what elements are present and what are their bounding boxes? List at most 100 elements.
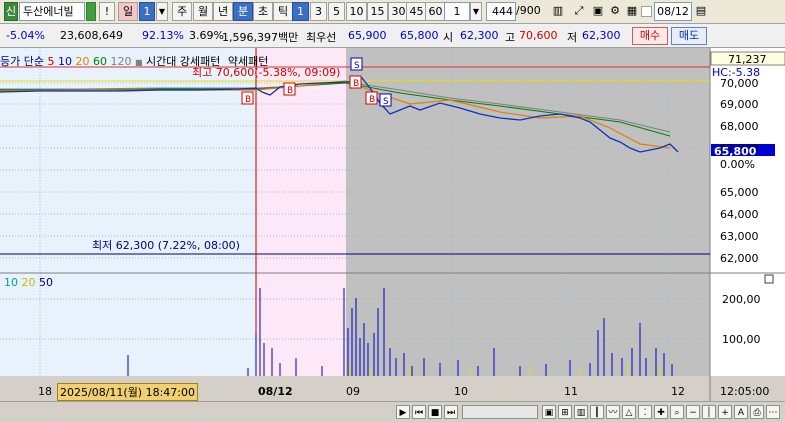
price-tick: 68,000 <box>720 120 759 133</box>
weak-pattern-label: 약세패턴 <box>227 55 269 68</box>
candle-style-icon[interactable]: ▥ <box>548 2 568 21</box>
credit-badge: 신 <box>4 2 18 21</box>
vol-ma-50-label: 50 <box>39 276 53 289</box>
price-tick: 70,000 <box>720 77 759 90</box>
premarket-bg <box>256 48 346 401</box>
buy-button[interactable]: 매수 <box>632 27 668 45</box>
zoom-bar-icon[interactable]: │ <box>702 405 716 419</box>
minute-option-45[interactable]: 45 <box>406 2 427 21</box>
strong-pattern-label: 강세패턴 <box>179 55 221 68</box>
chart-area[interactable]: 최고 70,600(-5.38%, 09:09) 최저 62,300 (7.22… <box>0 48 785 401</box>
svg-text:S: S <box>354 61 360 71</box>
chart-grid-icon[interactable]: ▦ <box>624 2 640 21</box>
custom-period-field[interactable]: 1 <box>444 2 470 21</box>
minute-option-10[interactable]: 10 <box>346 2 367 21</box>
minute-option-1[interactable]: 1 <box>292 2 309 21</box>
line-tool-icon[interactable]: ⤢ <box>569 2 589 21</box>
svg-text:B: B <box>369 95 375 105</box>
tab-month[interactable]: 월 <box>193 2 213 21</box>
tab-day[interactable]: 일 <box>118 2 138 21</box>
dot-chart-icon[interactable]: ⁚ <box>638 405 652 419</box>
tab-minute[interactable]: 분 <box>233 2 253 21</box>
zoom-fit-icon[interactable]: ⊞ <box>558 405 572 419</box>
time-label: 10 <box>454 385 468 398</box>
minute-option-60[interactable]: 60 <box>425 2 446 21</box>
chart-toolbar: 신 두산에너빌 ! 일 1 ▼ 주 월 년 분 초 틱 1 3 5 10 15 … <box>0 0 785 24</box>
minute-option-3[interactable]: 3 <box>310 2 327 21</box>
best-ask-label: 최우선 <box>306 31 337 44</box>
ma-legend-prefix: 등가 단순 <box>0 55 44 68</box>
chart-svg[interactable]: 최고 70,600(-5.38%, 09:09) 최저 62,300 (7.22… <box>0 48 785 401</box>
quote-bar: -5.04% 23,608,649 92.13% 3.69% 1,596,397… <box>0 24 785 48</box>
minus-icon[interactable]: − <box>686 405 700 419</box>
line-chart-icon[interactable]: 〰 <box>606 405 620 419</box>
right-time-label: 12:05:00 <box>720 385 770 398</box>
ma-20-label: 20 <box>75 55 90 68</box>
high-label: 고 <box>505 31 516 44</box>
alert-button[interactable]: ! <box>99 2 115 21</box>
ma-60-label: 60 <box>92 55 107 68</box>
mountain-chart-icon[interactable]: △ <box>622 405 636 419</box>
stock-name-field[interactable]: 두산에너빌 <box>19 2 85 21</box>
plus-icon[interactable]: + <box>718 405 732 419</box>
time-label: 09 <box>346 385 360 398</box>
price-tick: 62,000 <box>720 252 759 265</box>
low-label: 저 <box>567 31 578 44</box>
calendar-icon[interactable]: ▤ <box>693 2 709 21</box>
time-label: 12 <box>671 385 685 398</box>
volume-legend: 10 20 50 <box>4 276 53 289</box>
settings-gear-icon[interactable]: ⚙ <box>607 2 623 21</box>
ask-price: 65,900 <box>348 29 387 42</box>
print-icon[interactable]: ⎙ <box>750 405 764 419</box>
open-label: 시 <box>443 31 454 44</box>
high-price: 70,600 <box>519 29 558 42</box>
scroll-right-icon[interactable]: ▶ <box>396 405 410 419</box>
vol-ma-10-label: 10 <box>4 276 18 289</box>
more-options-icon[interactable]: ⋯ <box>766 405 780 419</box>
pattern-prefix: 시간대 <box>146 55 177 68</box>
price-tick: 69,000 <box>720 98 759 111</box>
svg-text:B: B <box>287 86 293 96</box>
stock-search-icon[interactable] <box>86 2 96 21</box>
volume-tick: 200,00 <box>722 293 761 306</box>
volume-tick: 100,00 <box>722 333 761 346</box>
low-annotation: 최저 62,300 (7.22%, 08:00) <box>92 239 240 252</box>
ma-120-label: 120 <box>110 55 132 68</box>
trade-amount: 1,596,397백만 <box>222 31 299 44</box>
cursor-time-label: 2025/08/11(월) 18:47:00 <box>57 383 199 401</box>
turnover-rate: 3.69% <box>189 29 224 42</box>
minute-option-15[interactable]: 15 <box>367 2 388 21</box>
bar-total-label: /900 <box>516 4 541 17</box>
volume-ratio: 92.13% <box>142 29 184 42</box>
tab-second[interactable]: 초 <box>253 2 273 21</box>
candle-chart-icon[interactable]: ▥ <box>574 405 588 419</box>
scroll-slider[interactable] <box>462 405 538 419</box>
zoom-box-icon[interactable]: ▣ <box>542 405 556 419</box>
cross-cursor-icon[interactable]: ✚ <box>654 405 668 419</box>
font-size-icon[interactable]: A <box>734 405 748 419</box>
tab-tick[interactable]: 틱 <box>273 2 293 21</box>
ma-10-label: 10 <box>57 55 72 68</box>
period-dropdown-icon[interactable]: ▼ <box>156 2 168 21</box>
svg-text:B: B <box>245 95 251 105</box>
date-checkbox[interactable] <box>641 6 652 17</box>
bar-count-field[interactable]: 444 <box>486 2 516 21</box>
legend-square-icon: ■ <box>134 58 143 67</box>
tab-week[interactable]: 주 <box>172 2 192 21</box>
stop-icon[interactable]: ■ <box>428 405 442 419</box>
open-price: 62,300 <box>460 29 499 42</box>
tab-year[interactable]: 년 <box>213 2 233 21</box>
sell-button[interactable]: 매도 <box>671 27 707 45</box>
save-icon[interactable]: ▣ <box>590 2 606 21</box>
ma-legend: 등가 단순 5 10 20 60 120 ■ 시간대 강세패턴 약세패턴 <box>0 53 268 69</box>
bar-chart-icon[interactable]: ┃ <box>590 405 604 419</box>
minute-option-5[interactable]: 5 <box>328 2 345 21</box>
magnifier-icon[interactable]: ⌕ <box>670 405 684 419</box>
date-field[interactable]: 08/12 <box>654 2 692 21</box>
scroll-last-icon[interactable]: ⏭ <box>444 405 458 419</box>
scroll-first-icon[interactable]: ⏮ <box>412 405 426 419</box>
volume-value: 23,608,649 <box>60 29 123 42</box>
period-count[interactable]: 1 <box>139 2 155 21</box>
chart-navigation-bar: ▶ ⏮ ■ ⏭ ▣ ⊞ ▥ ┃ 〰 △ ⁚ ✚ ⌕ − │ + A ⎙ ⋯ <box>0 401 785 422</box>
custom-period-dropdown-icon[interactable]: ▼ <box>470 2 482 21</box>
